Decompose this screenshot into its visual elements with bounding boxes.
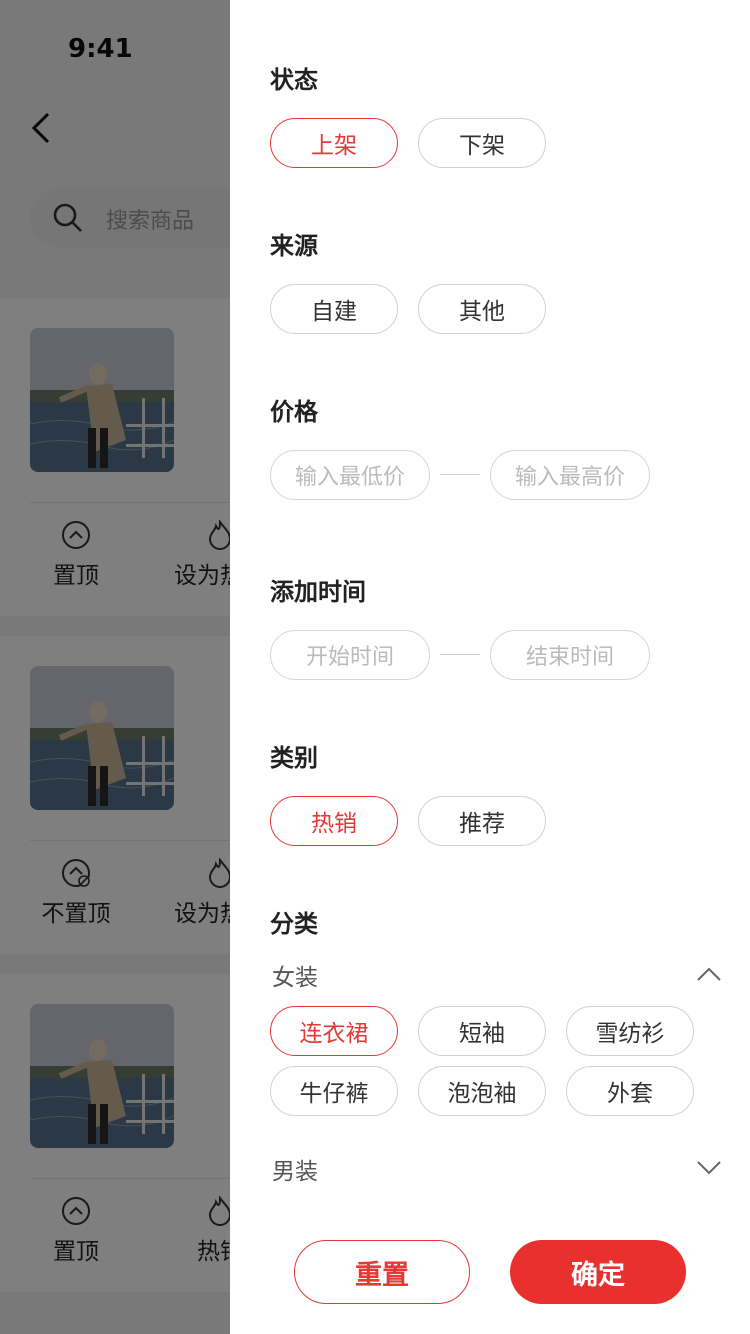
source-chip-other[interactable]: 其他 [418, 284, 546, 334]
class-chip-coat[interactable]: 外套 [566, 1066, 694, 1116]
class-chip-chiffon-shirt[interactable]: 雪纺衫 [566, 1006, 694, 1056]
reset-button[interactable]: 重置 [294, 1240, 470, 1304]
source-chip-self-built[interactable]: 自建 [270, 284, 398, 334]
min-price-input[interactable]: 输入最低价 [270, 450, 430, 500]
section-title-price: 价格 [270, 398, 318, 426]
status-chip-delisted[interactable]: 下架 [418, 118, 546, 168]
section-title-status: 状态 [270, 66, 318, 94]
range-separator [440, 474, 480, 475]
end-time-input[interactable]: 结束时间 [490, 630, 650, 680]
max-price-input[interactable]: 输入最高价 [490, 450, 650, 500]
class-chip-puff-sleeve[interactable]: 泡泡袖 [418, 1066, 546, 1116]
class-chip-short-sleeve[interactable]: 短袖 [418, 1006, 546, 1056]
chevron-down-icon[interactable] [696, 1160, 722, 1176]
range-separator [440, 654, 480, 655]
start-time-input[interactable]: 开始时间 [270, 630, 430, 680]
confirm-button[interactable]: 确定 [510, 1240, 686, 1304]
section-title-source: 来源 [270, 232, 318, 260]
category-chip-recommended[interactable]: 推荐 [418, 796, 546, 846]
chevron-up-icon[interactable] [696, 966, 722, 982]
category-chip-hot[interactable]: 热销 [270, 796, 398, 846]
status-chip-listed[interactable]: 上架 [270, 118, 398, 168]
class-chip-dress[interactable]: 连衣裙 [270, 1006, 398, 1056]
section-title-added-time: 添加时间 [270, 578, 366, 606]
filter-drawer: 状态 上架 下架 来源 自建 其他 价格 输入最低价 输入最高价 添加时间 开始… [230, 0, 750, 1334]
group-title-mens[interactable]: 男装 [272, 1152, 318, 1186]
class-chip-jeans[interactable]: 牛仔裤 [270, 1066, 398, 1116]
section-title-classification: 分类 [270, 910, 318, 938]
section-title-category-type: 类别 [270, 744, 318, 772]
group-title-womens[interactable]: 女装 [272, 958, 318, 992]
